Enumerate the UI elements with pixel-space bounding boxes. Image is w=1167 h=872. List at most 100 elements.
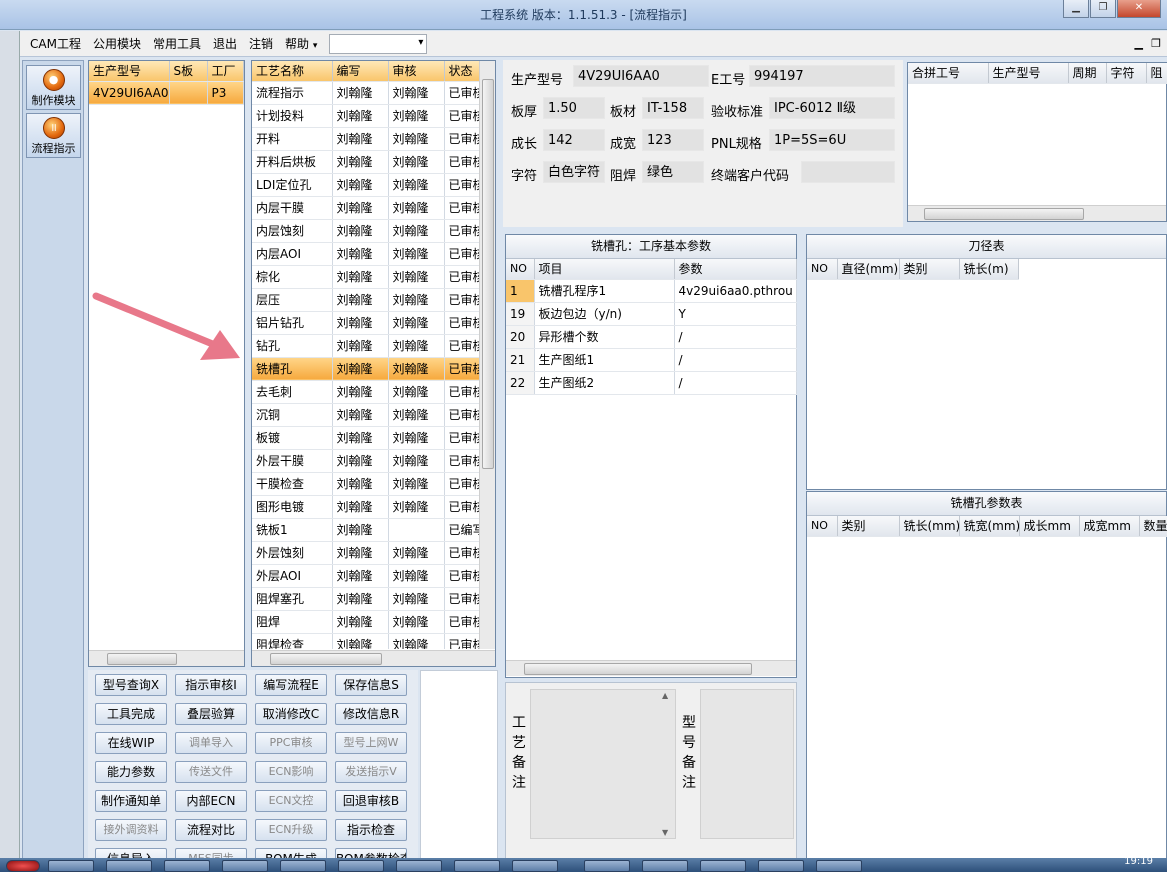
merge-hscrollbar[interactable] <box>908 205 1166 221</box>
table-row[interactable]: 开料刘翰隆刘翰隆已审核 <box>252 127 479 151</box>
table-row[interactable]: 20 异形槽个数 / <box>506 325 797 349</box>
maximize-button[interactable]: ❐ <box>1090 0 1116 18</box>
col-final-length[interactable]: 成长mm <box>1019 516 1080 537</box>
start-button[interactable] <box>6 860 40 872</box>
action-button-2-2[interactable]: PPC审核 <box>255 732 327 754</box>
action-button-5-3[interactable]: 指示检查 <box>335 819 407 841</box>
table-row[interactable]: 铝片钻孔刘翰隆刘翰隆已审核 <box>252 311 479 335</box>
col-process-name[interactable]: 工艺名称 <box>252 61 333 82</box>
scroll-thumb[interactable] <box>524 663 752 675</box>
action-button-1-3[interactable]: 修改信息R <box>335 703 407 725</box>
taskbar-item[interactable] <box>164 860 210 872</box>
action-button-4-3[interactable]: 回退审核B <box>335 790 407 812</box>
taskbar-item[interactable] <box>584 860 630 872</box>
model-hscrollbar[interactable] <box>89 650 244 666</box>
taskbar-item[interactable] <box>642 860 688 872</box>
action-button-0-3[interactable]: 保存信息S <box>335 674 407 696</box>
table-row[interactable]: 层压刘翰隆刘翰隆已审核 <box>252 288 479 312</box>
taskbar-item[interactable] <box>512 860 558 872</box>
table-row[interactable]: 沉铜刘翰隆刘翰隆已审核 <box>252 403 479 427</box>
field-legend[interactable]: 白色字符 <box>543 161 605 183</box>
field-soldermask[interactable]: 绿色 <box>642 161 704 183</box>
col-reviewer[interactable]: 审核 <box>388 61 445 82</box>
menu-tools[interactable]: 常用工具 <box>147 35 207 52</box>
action-button-1-2[interactable]: 取消修改C <box>255 703 327 725</box>
mdi-restore-button[interactable]: ❐ <box>1151 37 1161 50</box>
taskbar-item[interactable] <box>396 860 442 872</box>
toolbar-combo[interactable] <box>329 33 428 54</box>
table-row[interactable]: 内层干膜刘翰隆刘翰隆已审核 <box>252 196 479 220</box>
table-row[interactable]: 干膜检查刘翰隆刘翰隆已审核 <box>252 472 479 496</box>
table-row[interactable]: LDI定位孔刘翰隆刘翰隆已审核 <box>252 173 479 197</box>
mdi-minimize-button[interactable]: ▁ <box>1135 37 1143 50</box>
table-row[interactable]: 内层AOI刘翰隆刘翰隆已审核 <box>252 242 479 266</box>
col-merge-model[interactable]: 生产型号 <box>988 63 1069 84</box>
action-button-3-3[interactable]: 发送指示V <box>335 761 407 783</box>
minimize-button[interactable]: ▁ <box>1063 0 1089 18</box>
action-button-0-1[interactable]: 指示审核I <box>175 674 247 696</box>
taskbar-item[interactable] <box>454 860 500 872</box>
col-model[interactable]: 生产型号 <box>89 61 170 82</box>
col-quantity[interactable]: 数量 <box>1139 516 1167 537</box>
table-row[interactable]: 图形电镀刘翰隆刘翰隆已审核 <box>252 495 479 519</box>
table-row[interactable]: 阻焊检查刘翰隆刘翰隆已审核 <box>252 633 479 649</box>
process-remark-field[interactable] <box>530 689 676 839</box>
menu-cam[interactable]: CAM工程 <box>24 35 87 52</box>
nav-process-instruction[interactable]: ॥ 流程指示 <box>26 113 81 158</box>
taskbar-item[interactable] <box>758 860 804 872</box>
field-length[interactable]: 142 <box>543 129 605 151</box>
remark-scrollbar[interactable]: ▲ ▼ <box>662 691 674 837</box>
close-button[interactable]: ✕ <box>1117 0 1161 18</box>
col-type[interactable]: 类别 <box>899 259 960 280</box>
field-customer-code[interactable] <box>801 161 895 183</box>
col-merge-no[interactable]: 合拼工号 <box>908 63 989 84</box>
action-button-1-0[interactable]: 工具完成 <box>95 703 167 725</box>
action-button-5-1[interactable]: 流程对比 <box>175 819 247 841</box>
col-mill-length[interactable]: 铣长(mm) <box>899 516 960 537</box>
action-button-2-1[interactable]: 调单导入 <box>175 732 247 754</box>
table-row[interactable]: 1 铣槽孔程序1 4v29ui6aa0.pthrou <box>506 279 797 303</box>
col-final-width[interactable]: 成宽mm <box>1079 516 1140 537</box>
action-button-0-2[interactable]: 编写流程E <box>255 674 327 696</box>
col-diameter[interactable]: 直径(mm) <box>837 259 900 280</box>
taskbar-item[interactable] <box>222 860 268 872</box>
action-button-0-0[interactable]: 型号查询X <box>95 674 167 696</box>
table-row[interactable]: 板镀刘翰隆刘翰隆已审核 <box>252 426 479 450</box>
table-row[interactable]: 计划投料刘翰隆刘翰隆已审核 <box>252 104 479 128</box>
process-hscrollbar[interactable] <box>252 650 495 666</box>
table-row[interactable]: 流程指示刘翰隆刘翰隆已审核 <box>252 81 479 105</box>
col-factory[interactable]: 工厂 <box>207 61 244 82</box>
table-row[interactable]: 21 生产图纸1/ <box>506 348 797 372</box>
menu-exit[interactable]: 退出 <box>207 35 243 52</box>
col-status[interactable]: 状态 <box>444 61 479 82</box>
col-no[interactable]: NO <box>807 259 838 280</box>
table-row[interactable]: 外层AOI刘翰隆刘翰隆已审核 <box>252 564 479 588</box>
col-merge-legend[interactable]: 字符 <box>1106 63 1147 84</box>
action-button-4-0[interactable]: 制作通知单 <box>95 790 167 812</box>
model-remark-field[interactable] <box>700 689 794 839</box>
taskbar-item[interactable] <box>816 860 862 872</box>
action-button-2-0[interactable]: 在线WIP <box>95 732 167 754</box>
action-button-1-1[interactable]: 叠层验算 <box>175 703 247 725</box>
taskbar-item[interactable] <box>106 860 152 872</box>
col-merge-sm[interactable]: 阻 <box>1146 63 1167 84</box>
scroll-thumb[interactable] <box>924 208 1084 220</box>
col-mill-width[interactable]: 铣宽(mm) <box>959 516 1020 537</box>
field-thickness[interactable]: 1.50 <box>543 97 605 119</box>
field-e-number[interactable]: 994197 <box>749 65 895 87</box>
action-button-3-2[interactable]: ECN影响 <box>255 761 327 783</box>
field-width[interactable]: 123 <box>642 129 704 151</box>
table-row[interactable]: 去毛刺刘翰隆刘翰隆已审核 <box>252 380 479 404</box>
table-row[interactable]: 铣板1刘翰隆 已编写 <box>252 518 479 542</box>
col-length[interactable]: 铣长(m) <box>959 259 1019 280</box>
field-material[interactable]: IT-158 <box>642 97 704 119</box>
table-row[interactable]: 开料后烘板刘翰隆刘翰隆已审核 <box>252 150 479 174</box>
table-row[interactable]: 19 板边包边（y/n) Y <box>506 302 797 326</box>
field-acceptance[interactable]: IPC-6012 Ⅱ级 <box>769 97 895 119</box>
table-row[interactable]: 外层蚀刻刘翰隆刘翰隆已审核 <box>252 541 479 565</box>
menu-public[interactable]: 公用模块 <box>87 35 147 52</box>
action-button-5-0[interactable]: 接外调资料 <box>95 819 167 841</box>
col-param[interactable]: 参数 <box>674 259 797 280</box>
col-s-board[interactable]: S板 <box>169 61 208 82</box>
table-row[interactable]: 阻焊塞孔刘翰隆刘翰隆已审核 <box>252 587 479 611</box>
